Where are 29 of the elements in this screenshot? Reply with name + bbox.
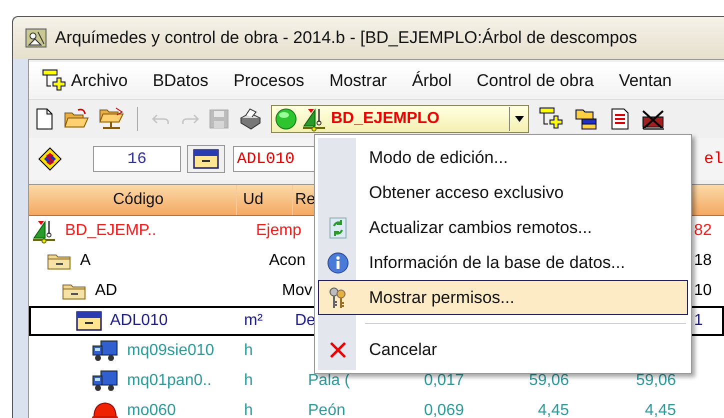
summary-cell: Mov (282, 282, 312, 299)
number-cell: 82 (694, 222, 712, 239)
unit-cell: h (244, 372, 253, 389)
code-cell: ADL010 (110, 312, 168, 330)
number-cell: 0,017 (424, 372, 464, 389)
summary-cell: Pala ( (308, 372, 350, 389)
summary-cell: Peón (308, 402, 346, 418)
number-cell: 10 (694, 282, 712, 299)
window-title: Arquímedes y control de obra - 2014.b - [BD_EJEMPLO:Árbol de descompos (55, 28, 638, 48)
code-cell: AD (95, 282, 118, 300)
number-cell: 4,45 (538, 402, 569, 418)
number-cell: 4,45 (644, 402, 676, 418)
unit-cell: h (244, 342, 253, 359)
code-cell: BD_EJEMP.. (65, 222, 156, 240)
code-cell: A (80, 252, 91, 270)
number-cell: 18 (694, 252, 712, 269)
number-cell: 59,06 (636, 372, 676, 389)
summary-cell: De (295, 312, 316, 329)
summary-cell: Ejemp (256, 222, 302, 239)
number-cell: 1 (694, 312, 703, 329)
unit-cell: m² (244, 312, 263, 329)
number-cell: 59,06 (528, 372, 569, 389)
code-cell: mq09sie010 (127, 342, 214, 360)
code-cell: mo060 (127, 402, 176, 418)
summary-cell: Acon (269, 252, 306, 269)
code-cell: mq01pan0.. (127, 372, 212, 390)
number-cell: 0,069 (424, 402, 464, 418)
field-text: el (704, 150, 724, 168)
unit-cell: h (244, 402, 253, 418)
